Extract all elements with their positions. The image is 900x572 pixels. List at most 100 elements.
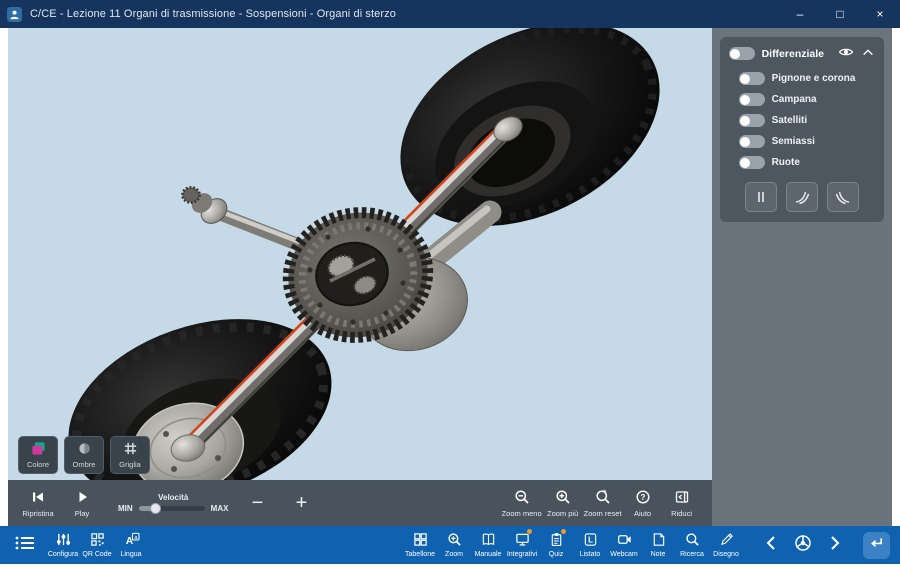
speed-minus-button[interactable]: − <box>242 493 272 513</box>
chevron-left-icon <box>764 534 778 557</box>
skip-back-icon <box>30 489 46 507</box>
zoom-reset-icon <box>595 489 611 507</box>
book-icon <box>481 532 496 549</box>
eye-icon[interactable] <box>838 46 854 61</box>
right-column: Differenziale Pignone e corona Campana S… <box>712 28 892 526</box>
list-l-icon: L <box>583 532 598 549</box>
min-label: MIN <box>118 504 133 513</box>
play-icon <box>74 489 90 507</box>
app-window: C/CE - Lezione 11 Organi di trasmissione… <box>0 0 900 572</box>
translate-icon: Aa <box>123 532 140 549</box>
close-button[interactable]: × <box>860 0 900 28</box>
speed-slider[interactable] <box>139 506 205 511</box>
taskbar-item-quiz[interactable]: Quiz <box>539 526 573 564</box>
chevron-right-icon <box>828 534 842 557</box>
menu-list-icon <box>14 534 36 557</box>
taskbar-item-listato[interactable]: L Listato <box>573 526 607 564</box>
zoom-controls: Zoom meno Zoom più Zoom reset ? Aiuto <box>502 489 700 518</box>
main-menu-button[interactable] <box>10 526 40 564</box>
3d-viewport[interactable]: Colore Ombre Griglia <box>8 28 712 526</box>
window-title: C/CE - Lezione 11 Organi di trasmissione… <box>30 8 780 20</box>
next-lesson-button[interactable] <box>823 530 847 560</box>
webcam-icon <box>617 532 632 549</box>
velocita-label: Velocità <box>158 493 188 502</box>
board-grid-icon <box>413 532 428 549</box>
taskbar-item-disegno[interactable]: Disegno <box>709 526 743 564</box>
max-label: MAX <box>211 504 229 513</box>
layers-color-icon <box>30 441 47 458</box>
svg-text:L: L <box>588 536 593 545</box>
taskbar-item-manuale[interactable]: Manuale <box>471 526 505 564</box>
view-mode-buttons <box>729 182 875 212</box>
zoom-reset-button[interactable]: Zoom reset <box>584 489 622 518</box>
app-icon <box>7 7 22 22</box>
colore-button[interactable]: Colore <box>18 436 58 474</box>
taskbar-item-integrativi[interactable]: Integrativi <box>505 526 539 564</box>
taskbar-item-zoom[interactable]: Zoom <box>437 526 471 564</box>
taskbar-item-qr-code[interactable]: QR Code <box>80 526 114 564</box>
pen-icon <box>719 532 734 549</box>
campana-toggle[interactable] <box>739 93 765 106</box>
curve-road-right-button[interactable] <box>786 182 818 212</box>
colore-label: Colore <box>27 460 49 469</box>
collapse-bar-button[interactable]: Riduci <box>664 489 700 518</box>
notification-badge <box>527 529 532 534</box>
curve-road-left-button[interactable] <box>827 182 859 212</box>
ombre-button[interactable]: Ombre <box>64 436 104 474</box>
search-icon <box>685 532 700 549</box>
note-icon <box>651 532 666 549</box>
zoom-in-icon <box>555 489 571 507</box>
3d-scene-differential[interactable] <box>8 28 712 480</box>
speed-plus-button[interactable]: + <box>286 493 316 513</box>
layer-row-pignone: Pignone e corona <box>729 68 875 89</box>
svg-text:?: ? <box>640 492 645 501</box>
taskbar-item-note[interactable]: Note <box>641 526 675 564</box>
screen-icon <box>515 532 530 549</box>
taskbar-left-group: Configura QR Code Aa Lingua <box>46 526 148 564</box>
straight-road-button[interactable] <box>745 182 777 212</box>
playback-control-bar: Ripristina Play Velocità MIN MAX <box>8 480 712 526</box>
zoom-in-icon <box>447 532 462 549</box>
taskbar-item-webcam[interactable]: Webcam <box>607 526 641 564</box>
play-button[interactable]: Play <box>64 489 100 518</box>
differenziale-toggle[interactable] <box>729 47 755 60</box>
title-bar: C/CE - Lezione 11 Organi di trasmissione… <box>0 0 900 28</box>
steering-wheel-button[interactable] <box>791 530 815 560</box>
minimize-button[interactable]: – <box>780 0 820 28</box>
layer-row-ruote: Ruote <box>729 152 875 173</box>
steering-wheel-icon <box>794 534 812 557</box>
collapse-panel-icon <box>674 489 690 507</box>
grid-icon <box>123 441 138 458</box>
notification-badge <box>561 529 566 534</box>
satelliti-toggle[interactable] <box>739 114 765 127</box>
prev-lesson-button[interactable] <box>759 530 783 560</box>
layer-row-semiassi: Semiassi <box>729 131 875 152</box>
viewport-overlay-buttons: Colore Ombre Griglia <box>18 436 150 474</box>
layer-row-campana: Campana <box>729 89 875 110</box>
griglia-button[interactable]: Griglia <box>110 436 150 474</box>
slider-knob[interactable] <box>150 503 161 514</box>
chevron-up-icon[interactable] <box>861 47 875 61</box>
pignone-toggle[interactable] <box>739 72 765 85</box>
qr-code-icon <box>90 532 105 549</box>
taskbar-item-configura[interactable]: Configura <box>46 526 80 564</box>
speed-control: Velocità MIN MAX <box>118 493 228 513</box>
ruote-toggle[interactable] <box>739 156 765 169</box>
ombre-label: Ombre <box>73 460 96 469</box>
return-button[interactable] <box>863 532 890 559</box>
zoom-out-button[interactable]: Zoom meno <box>502 489 542 518</box>
taskbar-item-lingua[interactable]: Aa Lingua <box>114 526 148 564</box>
layers-panel: Differenziale Pignone e corona Campana S… <box>720 37 884 222</box>
help-button[interactable]: ? Aiuto <box>625 489 661 518</box>
layer-row-satelliti: Satelliti <box>729 110 875 131</box>
zoom-out-icon <box>514 489 530 507</box>
ripristina-button[interactable]: Ripristina <box>20 489 56 518</box>
return-arrow-icon <box>868 534 885 556</box>
semiassi-toggle[interactable] <box>739 135 765 148</box>
layers-panel-header: Differenziale <box>729 46 875 61</box>
zoom-in-button[interactable]: Zoom più <box>545 489 581 518</box>
taskbar-item-ricerca[interactable]: Ricerca <box>675 526 709 564</box>
taskbar-item-tabellone[interactable]: Tabellone <box>403 526 437 564</box>
shadow-icon <box>77 441 92 458</box>
maximize-button[interactable]: □ <box>820 0 860 28</box>
